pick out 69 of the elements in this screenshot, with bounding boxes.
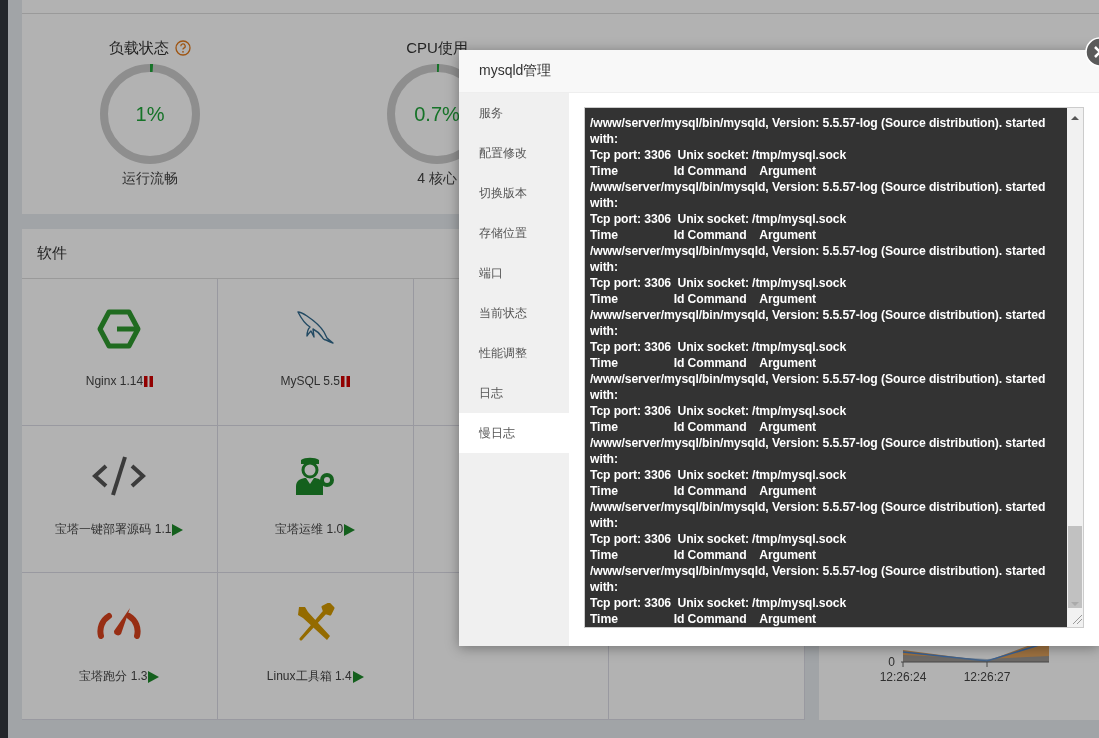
play-icon[interactable] [148, 670, 160, 683]
gauge-caption: 运行流畅 [122, 170, 178, 188]
sidebar-item[interactable]: 存储位置 [459, 213, 569, 253]
log-line: Tcp port: 3306 Unix socket: /tmp/mysql.sock [590, 339, 848, 355]
log-line: /www/server/mysql/bin/mysqld, Version: 5.5.57-log (Source distribution). started [590, 563, 1047, 579]
sidebar-item[interactable]: 慢日志 [459, 413, 569, 453]
log-line: Tcp port: 3306 Unix socket: /tmp/mysql.sock [590, 595, 848, 611]
sidebar-item[interactable]: 日志 [459, 373, 569, 413]
play-icon[interactable] [352, 670, 364, 683]
hexagon-g-icon [97, 309, 142, 349]
log-line: /www/server/mysql/bin/mysqld, Version: 5.5.57-log (Source distribution). started [590, 499, 1047, 515]
log-line: /www/server/mysql/bin/mysqld, Version: 5.5.57-log (Source distribution). started [590, 115, 1047, 131]
gauge-value: 1% [135, 102, 165, 126]
log-line: Tcp port: 3306 Unix socket: /tmp/mysql.sock [590, 275, 848, 291]
log-line: with: [590, 515, 619, 531]
gauge-caption: 4 核心 [417, 170, 457, 188]
log-line: /www/server/mysql/bin/mysqld, Version: 5.5.57-log (Source distribution). started [590, 371, 1047, 387]
software-name[interactable]: 宝塔运维 1.0 [275, 521, 344, 538]
help-icon[interactable] [175, 40, 191, 56]
log-line: Time Id Command Argument [590, 227, 817, 243]
log-line: with: [590, 387, 619, 403]
software-name[interactable]: Linux工具箱 1.4 [266, 668, 352, 685]
log-line: Time Id Command Argument [590, 547, 817, 563]
software-name[interactable]: 宝塔跑分 1.3 [79, 668, 148, 685]
log-line: /www/server/mysql/bin/mysqld, Version: 5.5.57-log (Source distribution). started [590, 179, 1047, 195]
log-line: Tcp port: 3306 Unix socket: /tmp/mysql.sock [590, 403, 848, 419]
x-tick-label: 12:26:27 [963, 670, 1011, 684]
sidebar-item[interactable]: 性能调整 [459, 333, 569, 373]
pause-icon[interactable] [144, 375, 154, 387]
gauge-value: 0.7% [414, 102, 460, 126]
x-tick-label: 12:26:24 [879, 670, 927, 684]
log-line: Time Id Command Argument [590, 355, 817, 371]
play-icon[interactable] [344, 523, 356, 536]
log-line: Tcp port: 3306 Unix socket: /tmp/mysql.sock [590, 531, 848, 547]
log-line: /www/server/mysql/bin/mysqld, Version: 5.5.57-log (Source distribution). started [590, 435, 1047, 451]
code-icon [92, 456, 147, 496]
worker-icon [295, 456, 336, 496]
software-name[interactable]: Nginx 1.14 [85, 374, 144, 388]
log-line: Tcp port: 3306 Unix socket: /tmp/mysql.sock [590, 147, 848, 163]
dialog-title: mysqld管理 [459, 50, 1099, 93]
log-line: with: [590, 131, 619, 147]
log-line: Time Id Command Argument [590, 419, 817, 435]
pause-icon[interactable] [341, 375, 350, 387]
play-icon[interactable] [172, 523, 184, 536]
log-line: Time Id Command Argument [590, 483, 817, 499]
log-line: Tcp port: 3306 Unix socket: /tmp/mysql.sock [590, 211, 848, 227]
log-line: Time Id Command Argument [590, 163, 817, 179]
log-line: with: [590, 451, 619, 467]
log-line: Time Id Command Argument [590, 291, 817, 307]
tools-icon [295, 603, 336, 643]
log-line: /www/server/mysql/bin/mysqld, Version: 5.5.57-log (Source distribution). started [590, 307, 1047, 323]
sidebar-item[interactable]: 当前状态 [459, 293, 569, 333]
gauge-title: 负载状态 [109, 38, 169, 58]
log-line: with: [590, 323, 619, 339]
log-line: with: [590, 195, 619, 211]
log-line: Tcp port: 3306 Unix socket: /tmp/mysql.sock [590, 467, 848, 483]
software-name[interactable]: 宝塔一键部署源码 1.1 [55, 521, 172, 538]
sidebar-item[interactable]: 切换版本 [459, 173, 569, 213]
log-line: Time Id Command Argument [590, 611, 817, 627]
log-line: with: [590, 579, 619, 595]
sidebar-item[interactable]: 端口 [459, 253, 569, 293]
panel-title: 软件 [37, 244, 67, 263]
sidebar-item[interactable]: 服务 [459, 93, 569, 133]
sidebar-item[interactable]: 配置修改 [459, 133, 569, 173]
log-line: with: [590, 259, 619, 275]
y-tick-label: 0 [888, 655, 896, 669]
log-line: /www/server/mysql/bin/mysqld, Version: 5.5.57-log (Source distribution). started [590, 243, 1047, 259]
software-name[interactable]: MySQL 5.5 [280, 374, 340, 388]
log-text-area[interactable] [585, 108, 1067, 627]
